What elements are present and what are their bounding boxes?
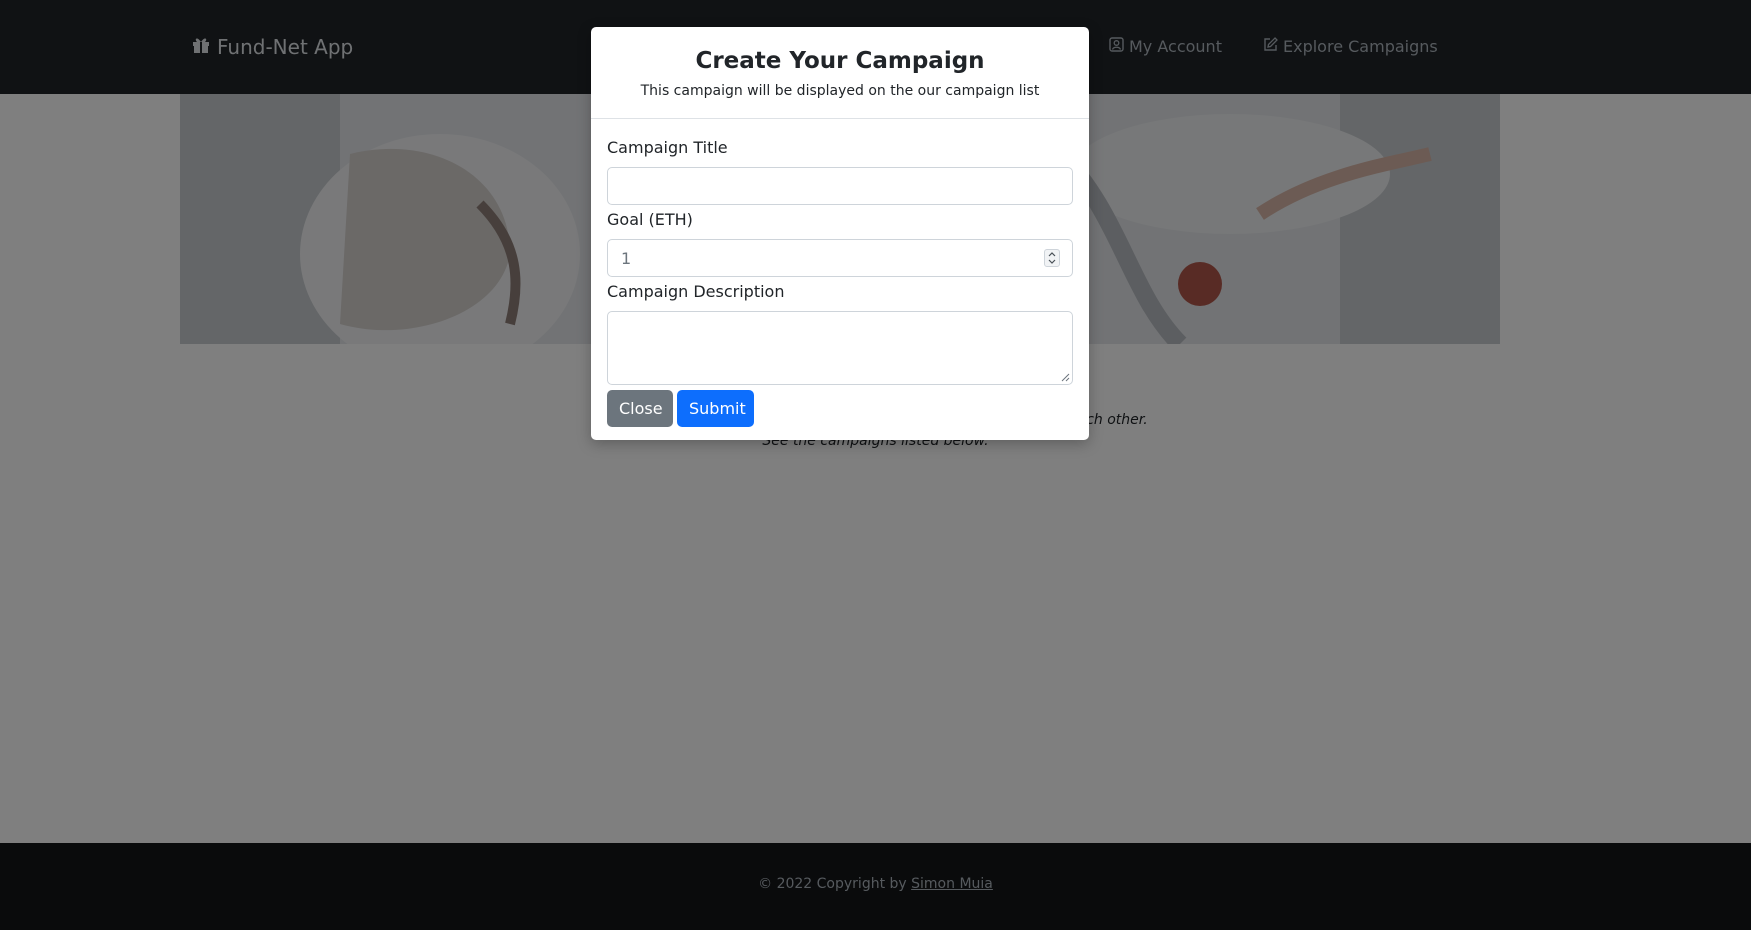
goal-stepper[interactable]: [1044, 249, 1060, 267]
modal-subtitle: This campaign will be displayed on the o…: [640, 83, 1040, 99]
campaign-title-input[interactable]: [607, 167, 1073, 205]
campaign-title-label: Campaign Title: [607, 138, 728, 157]
create-campaign-modal: Create Your Campaign This campaign will …: [591, 27, 1089, 440]
modal-actions: Close Submit: [607, 390, 1073, 427]
campaign-description-textarea[interactable]: [607, 311, 1073, 385]
modal-header: Create Your Campaign This campaign will …: [591, 27, 1089, 119]
modal-body: Campaign Title Goal (ETH) 1 Campaign Des…: [591, 137, 1089, 427]
goal-value: 1: [621, 249, 632, 268]
stepper-arrows-icon: [1048, 252, 1056, 264]
campaign-description-label: Campaign Description: [607, 282, 785, 301]
submit-button[interactable]: Submit: [677, 390, 754, 427]
goal-input[interactable]: 1: [607, 239, 1073, 277]
modal-title: Create Your Campaign: [695, 48, 985, 74]
goal-label: Goal (ETH): [607, 210, 693, 229]
close-button[interactable]: Close: [607, 390, 673, 427]
resize-grip-icon[interactable]: [1060, 372, 1070, 382]
